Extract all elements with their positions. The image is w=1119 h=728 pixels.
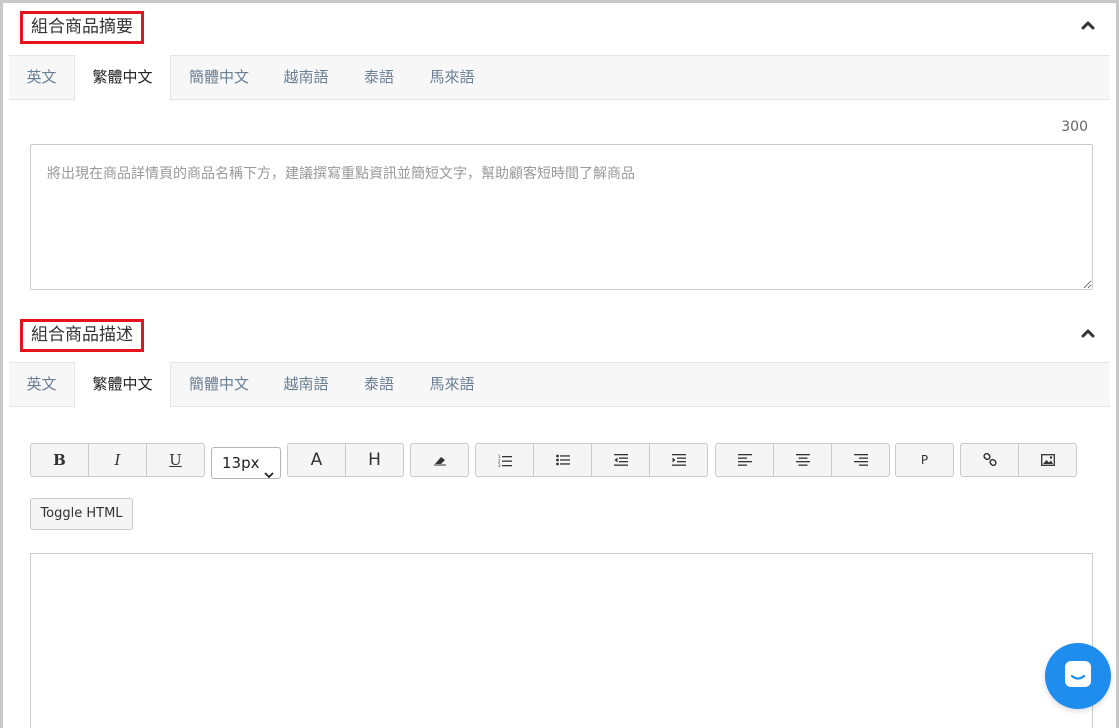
toggle-html-button[interactable]: Toggle HTML: [30, 498, 133, 530]
bold-button[interactable]: B: [30, 443, 89, 477]
outdent-button[interactable]: [591, 443, 650, 477]
tab-malay[interactable]: 馬來語: [412, 55, 492, 100]
image-icon: [1040, 454, 1055, 466]
italic-button[interactable]: I: [88, 443, 147, 477]
tab-thai[interactable]: 泰語: [346, 362, 412, 407]
paragraph-button[interactable]: P: [895, 443, 954, 477]
summary-title: 組合商品摘要: [20, 11, 144, 44]
unordered-list-button[interactable]: [533, 443, 592, 477]
paragraph-group: P: [895, 443, 954, 477]
insert-group: [960, 443, 1077, 477]
clear-format-group: [410, 443, 469, 477]
tab-english[interactable]: 英文: [9, 362, 74, 407]
chevron-down-icon: [264, 459, 274, 489]
insert-link-button[interactable]: [960, 443, 1019, 477]
ordered-list-icon: 123: [498, 454, 512, 467]
align-left-button[interactable]: [715, 443, 774, 477]
summary-textarea[interactable]: [30, 144, 1093, 290]
indent-icon: [671, 454, 686, 466]
svg-text:3: 3: [498, 463, 501, 467]
chevron-up-icon[interactable]: [1080, 325, 1096, 341]
align-right-icon: [853, 454, 868, 466]
align-right-button[interactable]: [831, 443, 890, 477]
tab-traditional-chinese[interactable]: 繁體中文: [74, 55, 171, 101]
alignment-group: [715, 443, 890, 477]
list-indent-group: 123: [475, 443, 708, 477]
description-editor[interactable]: [30, 553, 1093, 728]
page-frame: 組合商品摘要 英文 繁體中文 簡體中文 越南語 泰語 馬來語 300 組合商品描…: [0, 0, 1119, 728]
summary-language-tabs: 英文 繁體中文 簡體中文 越南語 泰語 馬來語: [9, 55, 1110, 101]
chevron-up-icon[interactable]: [1080, 17, 1096, 33]
align-center-icon: [795, 454, 810, 466]
tab-simplified-chinese[interactable]: 簡體中文: [172, 362, 266, 407]
insert-image-button[interactable]: [1018, 443, 1077, 477]
description-section-header: 組合商品描述: [9, 313, 1110, 363]
tab-simplified-chinese[interactable]: 簡體中文: [172, 55, 266, 100]
underline-button[interactable]: U: [146, 443, 205, 477]
align-center-button[interactable]: [773, 443, 832, 477]
align-left-icon: [737, 454, 752, 466]
font-color-button[interactable]: A: [287, 443, 346, 477]
outdent-icon: [613, 454, 628, 466]
clear-format-button[interactable]: [410, 443, 469, 477]
tab-thai[interactable]: 泰語: [346, 55, 412, 100]
eraser-icon: [432, 453, 448, 467]
chat-icon: [1063, 659, 1093, 693]
tab-vietnamese[interactable]: 越南語: [266, 362, 346, 407]
highlight-button[interactable]: H: [345, 443, 404, 477]
tab-traditional-chinese[interactable]: 繁體中文: [74, 362, 171, 408]
tab-english[interactable]: 英文: [9, 55, 74, 100]
tab-malay[interactable]: 馬來語: [412, 362, 492, 407]
unordered-list-icon: [555, 454, 570, 466]
tab-vietnamese[interactable]: 越南語: [266, 55, 346, 100]
ordered-list-button[interactable]: 123: [475, 443, 534, 477]
color-group: A H: [287, 443, 404, 477]
description-title: 組合商品描述: [20, 319, 144, 352]
char-limit-counter: 300: [1061, 119, 1088, 135]
chat-launcher-button[interactable]: [1045, 643, 1111, 709]
description-language-tabs: 英文 繁體中文 簡體中文 越南語 泰語 馬來語: [9, 362, 1110, 408]
indent-button[interactable]: [649, 443, 708, 477]
text-style-group: B I U: [30, 443, 205, 477]
summary-section-header: 組合商品摘要: [9, 5, 1110, 55]
font-size-value: 13px: [222, 454, 260, 472]
font-size-select[interactable]: 13px: [211, 447, 281, 479]
link-icon: [982, 453, 997, 467]
